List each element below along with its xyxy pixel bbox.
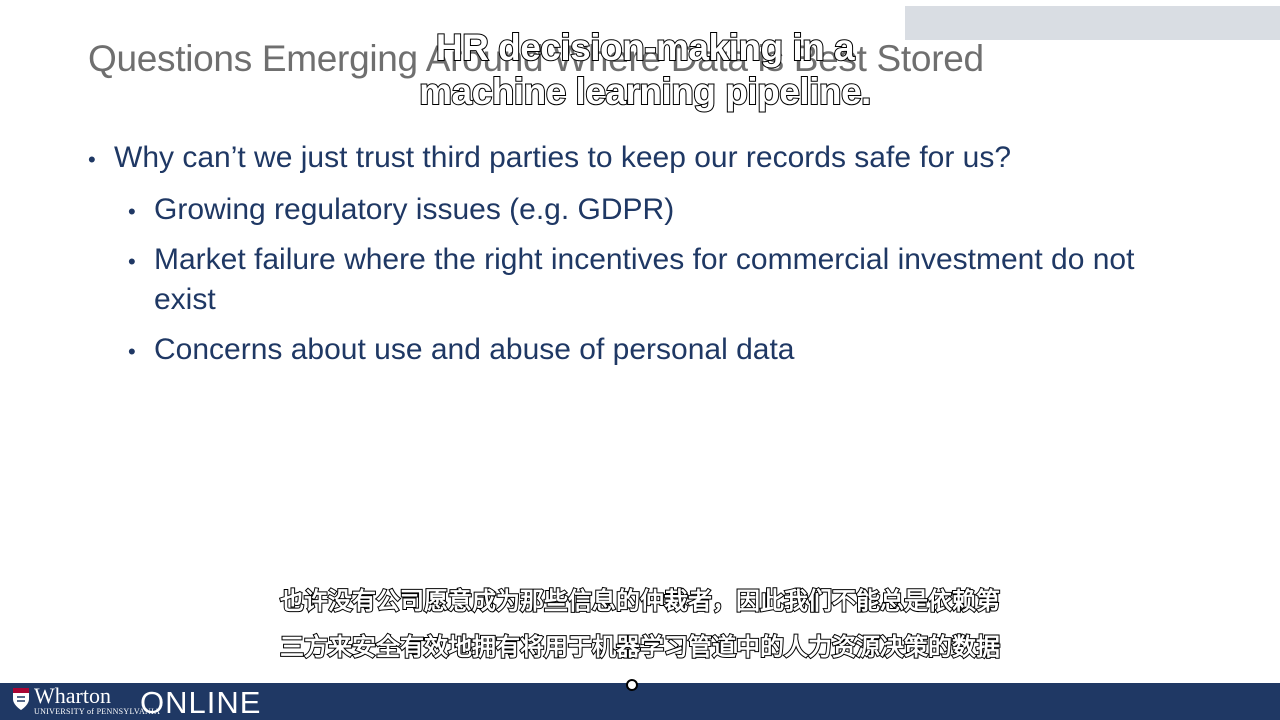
bullet-item: • Why can’t we just trust third parties … xyxy=(88,138,1188,178)
online-label: ONLINE xyxy=(140,685,262,720)
overlay-caption-line-2: machine learning pipeline. xyxy=(418,70,872,113)
wharton-logo: Wharton UNIVERSITY of PENNSYLVANIA xyxy=(12,685,160,717)
sub-bullet-item: • Concerns about use and abuse of person… xyxy=(128,330,1188,370)
sub-bullet-text: Concerns about use and abuse of personal… xyxy=(154,333,795,366)
bullet-list: • Why can’t we just trust third parties … xyxy=(88,138,1188,380)
sub-bullet-item: • Growing regulatory issues (e.g. GDPR) xyxy=(128,190,1188,230)
subtitle-line-2: 三方来安全有效地拥有将用于机器学习管道中的人力资源决策的数据 xyxy=(279,632,1001,662)
chinese-subtitle: 也许没有公司愿意成为那些信息的仲裁者，因此我们不能总是依赖第 三方来安全有效地拥… xyxy=(0,578,1280,670)
bullet-dot-icon: • xyxy=(128,339,136,364)
slide: Questions Emerging Around Where Data is … xyxy=(0,0,1280,720)
bullet-dot-icon: • xyxy=(128,249,136,274)
subtitle-line-1: 也许没有公司愿意成为那些信息的仲裁者，因此我们不能总是依赖第 xyxy=(279,586,1001,616)
penn-shield-icon xyxy=(13,688,29,710)
overlay-caption-line-1: HR decision-making in a xyxy=(435,26,856,69)
overlay-caption: HR decision-making in a machine learning… xyxy=(0,26,1280,114)
sub-bullet-item: • Market failure where the right incenti… xyxy=(128,240,1188,320)
bullet-dot-icon: • xyxy=(128,199,136,224)
sub-bullet-text: Growing regulatory issues (e.g. GDPR) xyxy=(154,193,675,226)
bullet-text: Why can’t we just trust third parties to… xyxy=(114,141,1012,174)
footer-bar: Wharton UNIVERSITY of PENNSYLVANIA ONLIN… xyxy=(0,683,1280,720)
mouse-cursor-icon xyxy=(626,679,638,691)
sub-bullet-text: Market failure where the right incentive… xyxy=(154,243,1135,316)
bullet-dot-icon: • xyxy=(88,147,96,172)
